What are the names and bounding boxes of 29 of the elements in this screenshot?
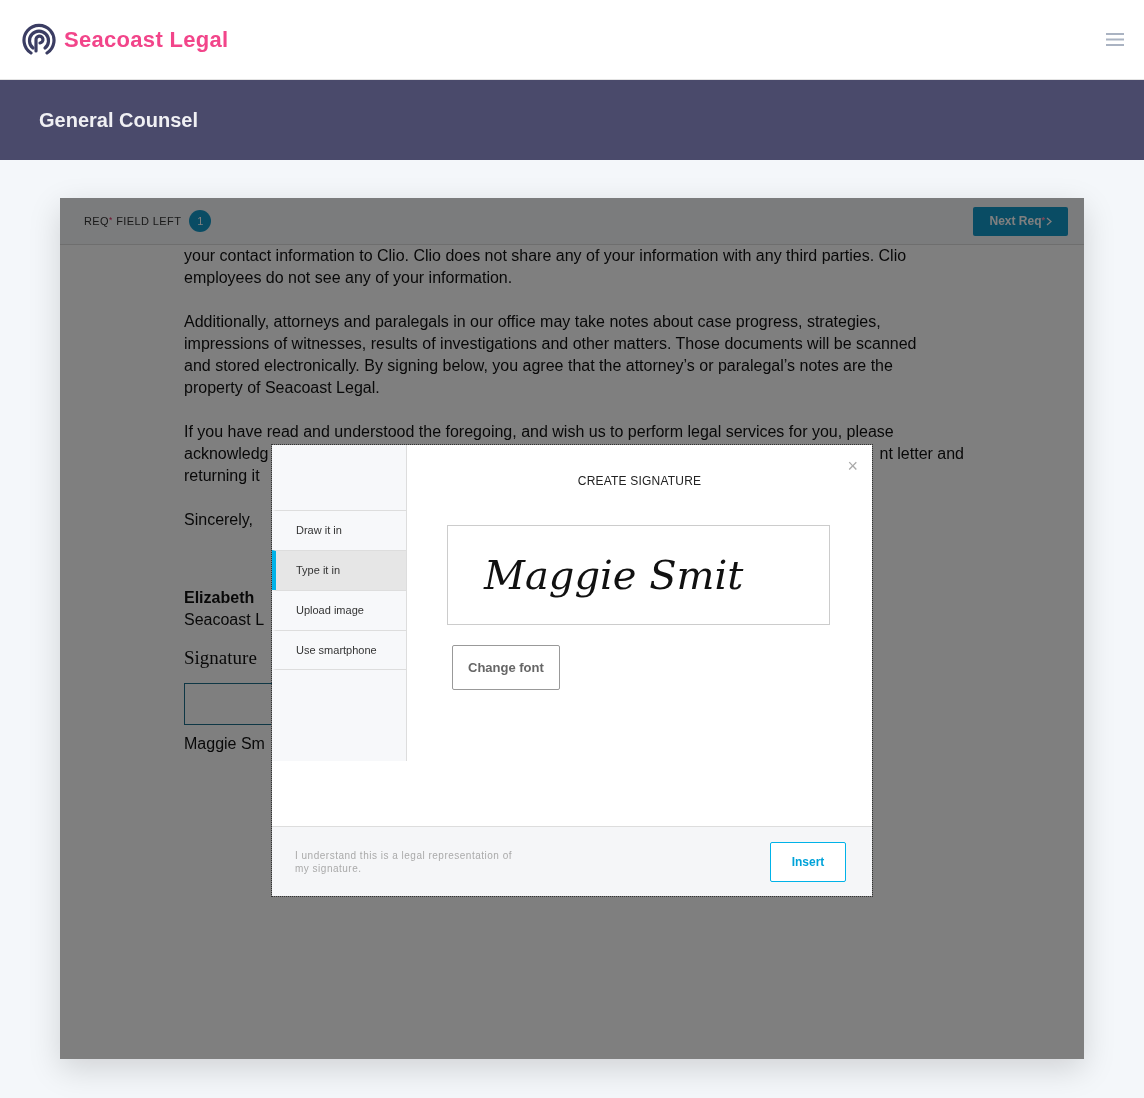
signature-method-tab[interactable]: Type it in: [272, 550, 406, 590]
signature-method-tab[interactable]: Upload image: [272, 590, 406, 630]
signature-name: Maggie Sm: [184, 734, 265, 754]
modal-title: CREATE SIGNATURE: [576, 473, 703, 490]
signature-label: Signature: [184, 647, 257, 669]
document-text: acknowledg: [184, 444, 269, 464]
signature-dialog[interactable]: Draw it in Type it in Upload image Use smartphone CREATE SIGNATURE Maggie Smit Change font × I understand this is a legal representation of my signature. Insert: [272, 445, 872, 896]
change-font-button[interactable]: Change font: [452, 645, 560, 690]
signer-firm: Seacoast L: [184, 610, 265, 630]
document-text: property of Seacoast Legal.: [184, 378, 380, 398]
signer-name: Elizabeth: [184, 588, 255, 608]
document-text: Sincerely,: [184, 510, 254, 530]
menu-icon[interactable]: [1106, 33, 1124, 46]
document-text: impressions of witnesses, results of investigations and other matters. Those documents will be scanned: [184, 334, 917, 354]
brand-name: Seacoast Legal: [64, 26, 229, 54]
document-text: Additionally, attorneys and paralegals in our office may take notes about case progress, strategies,: [184, 312, 881, 332]
document-text: nt letter and: [879, 444, 964, 464]
logo-icon: [22, 22, 56, 57]
consent-text: I understand this is a legal representation of my signature.: [295, 848, 513, 875]
signature-text: Maggie Smit: [484, 551, 744, 600]
document-text: If you have read and understood the foregoing, and wish us to perform legal services for you, please: [184, 422, 894, 442]
document-text: returning it: [184, 466, 260, 486]
document-text: employees do not see any of your information.: [184, 268, 513, 288]
document-text: and stored electronically. By signing below, you agree that the attorney’s or paralegal’s notes are the: [184, 356, 893, 376]
chevron-icon: [1046, 216, 1052, 226]
document-text: your contact information to Clio. Clio does not share any of your information with any third parties. Clio: [184, 246, 907, 266]
page-title: General Counsel: [39, 108, 198, 132]
signature-method-tab[interactable]: Use smartphone: [272, 630, 406, 670]
count-badge: 1: [189, 210, 212, 232]
